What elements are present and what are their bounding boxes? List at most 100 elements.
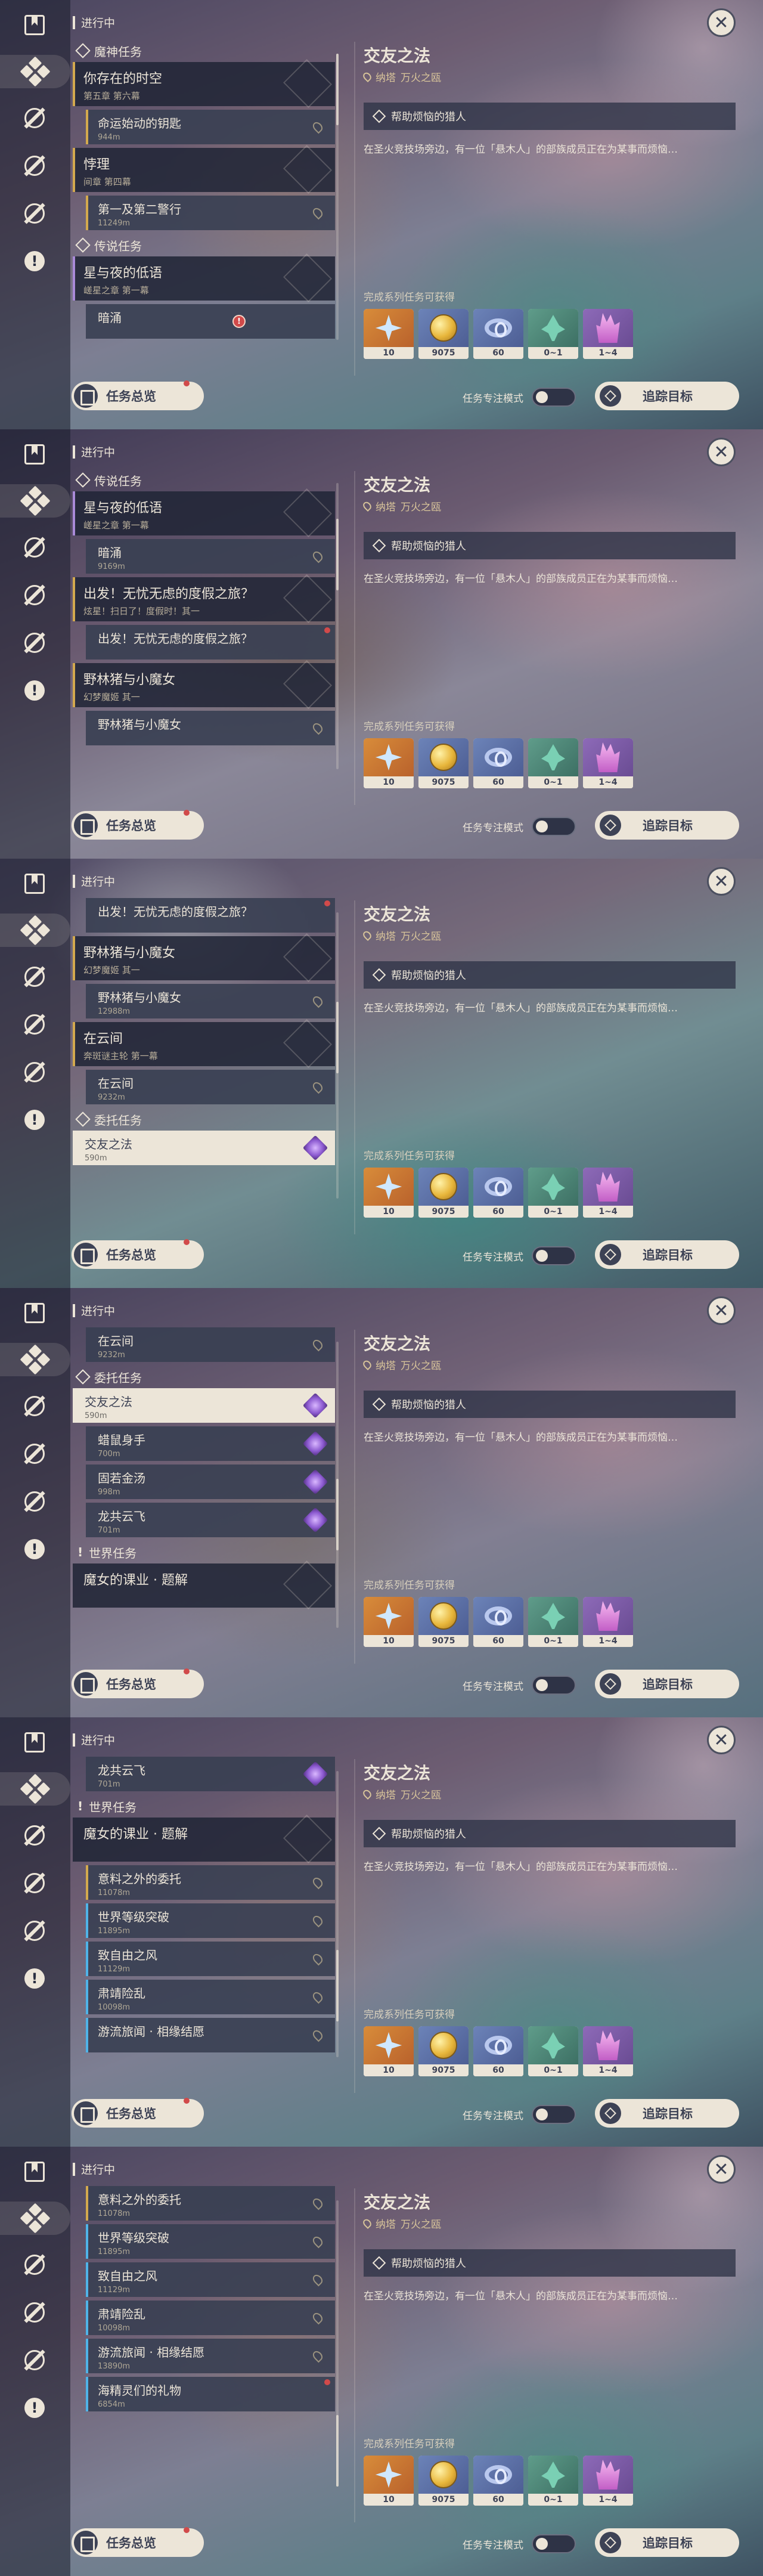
quest-list[interactable]: 传说任务 星与夜的低语 嵯星之章 第一幕 暗涌 9169m 出发！无忧无虑的度假之旅？ 炫星… (73, 469, 335, 794)
quest-item[interactable]: 蜡鼠身手 700m (86, 1426, 335, 1461)
quest-book-tab[interactable] (18, 867, 51, 900)
focus-toggle[interactable] (532, 2105, 576, 2124)
quest-item[interactable]: 出发！无忧无虑的度假之旅？ (86, 625, 335, 660)
quest-item[interactable]: 交友之法 590m (73, 1388, 335, 1423)
archon-quest-tab[interactable] (18, 1389, 51, 1423)
quest-item[interactable]: 第一及第二警行 11249m (86, 196, 335, 230)
quest-book-tab[interactable] (18, 8, 51, 42)
commission-tab[interactable] (18, 1485, 51, 1518)
track-button[interactable]: 追踪目标 (595, 382, 739, 410)
track-button[interactable]: 追踪目标 (595, 1670, 739, 1698)
reward-item[interactable]: 60 (473, 309, 523, 359)
reward-item[interactable]: 60 (473, 1168, 523, 1218)
close-button[interactable]: ✕ (707, 8, 736, 37)
focus-toggle[interactable] (532, 2534, 576, 2553)
quest-item[interactable]: 在云间 9232m (86, 1327, 335, 1362)
reward-item[interactable]: 1~4 (583, 309, 633, 359)
archon-quest-tab[interactable] (18, 1819, 51, 1852)
list-scrollbar[interactable] (336, 483, 339, 769)
commission-tab[interactable] (18, 626, 51, 660)
quest-item[interactable]: 世界等级突破 11895m (86, 2224, 335, 2259)
quest-item[interactable]: 固若金汤 998m (86, 1465, 335, 1499)
world-quest-tab[interactable]: ! (18, 2391, 51, 2425)
commission-tab[interactable] (18, 197, 51, 230)
world-quest-tab[interactable]: ! (18, 1532, 51, 1566)
close-button[interactable]: ✕ (707, 1296, 736, 1325)
quest-chapter[interactable]: 你存在的时空 第五章 第六幕 (73, 58, 335, 109)
reward-item[interactable]: 9075 (418, 1597, 469, 1647)
quest-chapter[interactable]: 星与夜的低语 嵯星之章 第一幕 (73, 253, 335, 303)
quest-item[interactable]: 在云间 9232m (86, 1070, 335, 1104)
archon-quest-tab[interactable] (18, 2248, 51, 2281)
list-scrollbar[interactable] (336, 912, 339, 1199)
reward-item[interactable]: 60 (473, 2026, 523, 2076)
close-button[interactable]: ✕ (707, 438, 736, 466)
quest-item[interactable]: 意料之外的委托 11078m (86, 2186, 335, 2221)
reward-item[interactable]: 0~1 (528, 1168, 578, 1218)
close-button[interactable]: ✕ (707, 867, 736, 896)
reward-item[interactable]: 60 (473, 738, 523, 788)
story-quest-tab[interactable] (18, 578, 51, 612)
quest-item[interactable]: 出发！无忧无虑的度假之旅？ (86, 898, 335, 933)
world-quest-tab[interactable]: ! (18, 1103, 51, 1137)
reward-item[interactable]: 0~1 (528, 2026, 578, 2076)
track-button[interactable]: 追踪目标 (595, 1240, 739, 1269)
quest-item[interactable]: 游流旅闻 · 相缘结愿 (86, 2018, 335, 2052)
world-quest-tab[interactable]: ! (18, 1962, 51, 1995)
reward-item[interactable]: 10 (364, 738, 414, 788)
story-quest-tab[interactable] (18, 149, 51, 182)
reward-item[interactable]: 1~4 (583, 1168, 633, 1218)
quest-list[interactable]: 意料之外的委托 11078m 世界等级突破 11895m 致自由之风 11129m 肃靖险乱… (73, 2186, 335, 2511)
quest-chapter[interactable]: 星与夜的低语 嵯星之章 第一幕 (73, 488, 335, 538)
quest-item[interactable]: 交友之法 590m (73, 1131, 335, 1165)
reward-item[interactable]: 9075 (418, 738, 469, 788)
quest-chapter[interactable]: 出发！无忧无虑的度假之旅？ 炫星！扫日了！度假时！其一 (73, 574, 335, 624)
quest-book-tab[interactable] (18, 2155, 51, 2188)
quest-item[interactable]: 暗涌! (86, 304, 335, 339)
quest-item[interactable]: 游流旅闻 · 相缘结愿 13890m (86, 2339, 335, 2373)
quest-overview-button[interactable]: 任务总览 (72, 1239, 204, 1269)
quest-chapter[interactable]: 魔女的课业 · 题解 (73, 1814, 335, 1864)
list-scrollbar[interactable] (336, 1342, 339, 1628)
quest-item[interactable]: 意料之外的委托 11078m (86, 1865, 335, 1900)
quest-item[interactable]: 龙共云飞 701m (86, 1503, 335, 1537)
reward-item[interactable]: 9075 (418, 2456, 469, 2506)
quest-chapter[interactable]: 悖理 间章 第四幕 (73, 144, 335, 194)
all-quests-tab[interactable] (0, 1343, 70, 1376)
list-scrollbar[interactable] (336, 54, 339, 340)
quest-item[interactable]: 野林猪与小魔女 12988m (86, 984, 335, 1018)
reward-item[interactable]: 1~4 (583, 2026, 633, 2076)
all-quests-tab[interactable] (0, 2202, 70, 2235)
archon-quest-tab[interactable] (18, 531, 51, 564)
reward-item[interactable]: 10 (364, 1597, 414, 1647)
quest-item[interactable]: 野林猪与小魔女 (86, 711, 335, 745)
all-quests-tab[interactable] (0, 55, 70, 88)
world-quest-tab[interactable]: ! (18, 244, 51, 278)
reward-item[interactable]: 9075 (418, 1168, 469, 1218)
reward-item[interactable]: 0~1 (528, 309, 578, 359)
reward-item[interactable]: 9075 (418, 309, 469, 359)
track-button[interactable]: 追踪目标 (595, 811, 739, 840)
quest-item[interactable]: 暗涌 9169m (86, 539, 335, 574)
reward-item[interactable]: 1~4 (583, 738, 633, 788)
quest-item[interactable]: 命运始动的钥匙 944m (86, 110, 335, 144)
quest-chapter[interactable]: 魔女的课业 · 题解 (73, 1560, 335, 1610)
reward-item[interactable]: 60 (473, 1597, 523, 1647)
close-button[interactable]: ✕ (707, 2155, 736, 2184)
all-quests-tab[interactable] (0, 484, 70, 518)
reward-item[interactable]: 10 (364, 309, 414, 359)
quest-item[interactable]: 致自由之风 11129m (86, 1942, 335, 1976)
quest-chapter[interactable]: 野林猪与小魔女 幻梦魔姬 其一 (73, 660, 335, 710)
quest-item[interactable]: 龙共云飞 701m (86, 1757, 335, 1791)
all-quests-tab[interactable] (0, 1772, 70, 1806)
story-quest-tab[interactable] (18, 2296, 51, 2329)
quest-overview-button[interactable]: 任务总览 (72, 1668, 204, 1698)
quest-list[interactable]: 龙共云飞 701m! 世界任务 魔女的课业 · 题解 意料之外的委托 11078m 世界等级… (73, 1757, 335, 2082)
quest-item[interactable]: 肃靖险乱 10098m (86, 1980, 335, 2014)
quest-book-tab[interactable] (18, 438, 51, 471)
quest-list[interactable]: 出发！无忧无虑的度假之旅？ 野林猪与小魔女 幻梦魔姬 其一 野林猪与小魔女 12988m… (73, 898, 335, 1223)
reward-item[interactable]: 60 (473, 2456, 523, 2506)
reward-item[interactable]: 9075 (418, 2026, 469, 2076)
archon-quest-tab[interactable] (18, 960, 51, 993)
reward-item[interactable]: 0~1 (528, 738, 578, 788)
